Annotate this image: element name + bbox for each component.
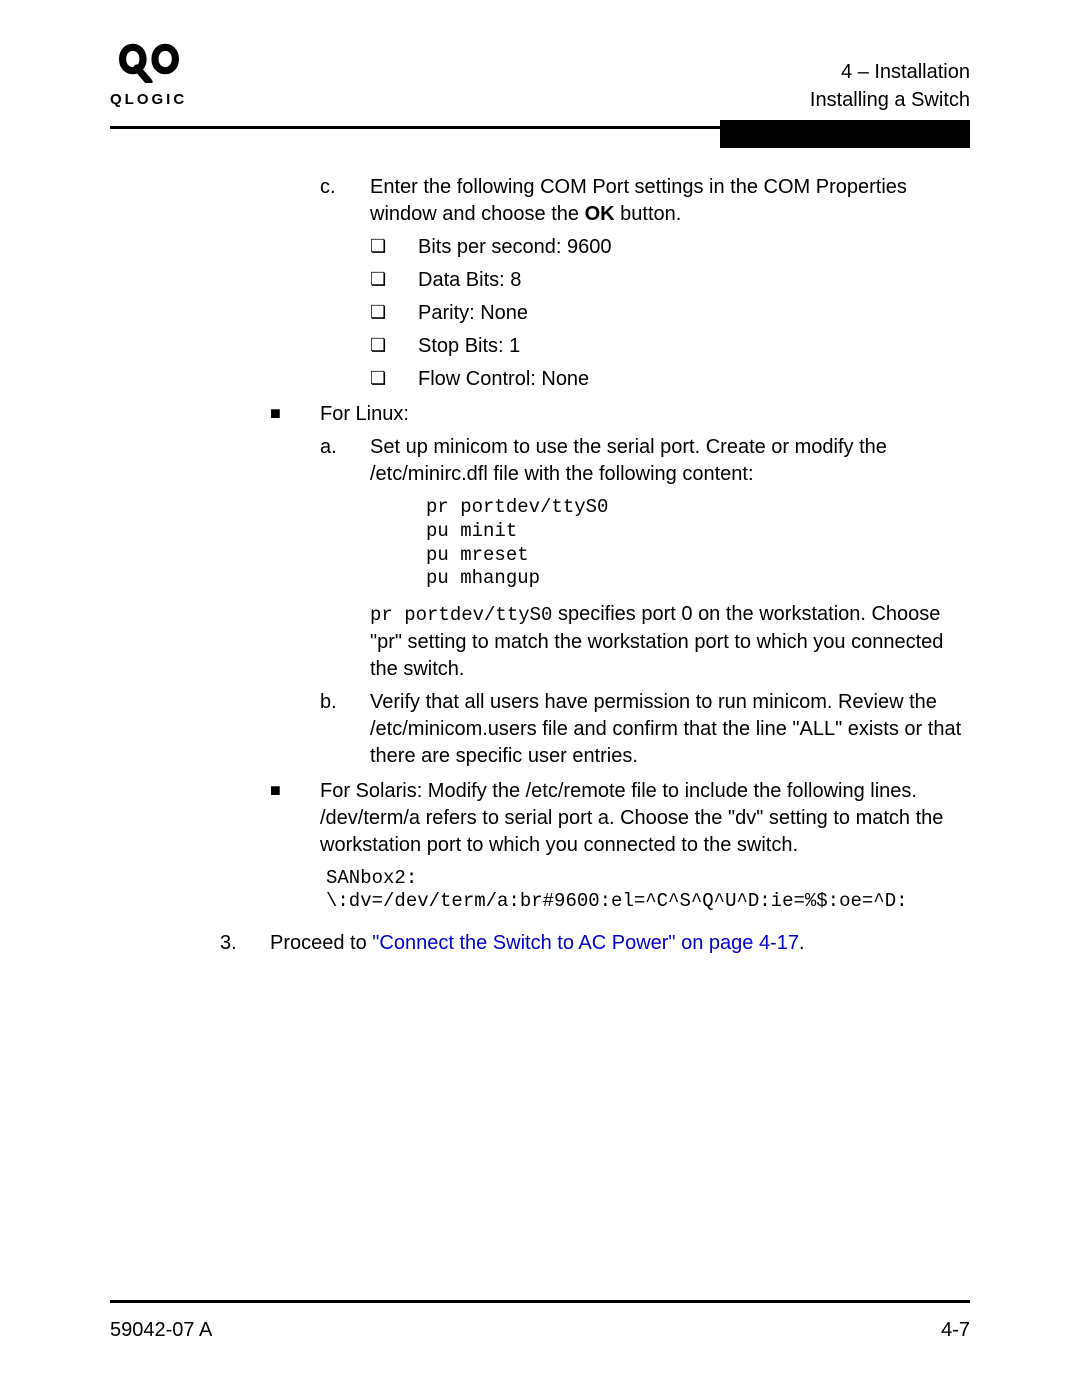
qlogic-logo-mark bbox=[119, 35, 179, 89]
page-number: 4-7 bbox=[941, 1319, 970, 1342]
ok-label: OK bbox=[585, 203, 615, 225]
step-3-lead: Proceed to bbox=[270, 932, 372, 954]
solaris-bullet: ■ For Solaris: Modify the /etc/remote fi… bbox=[270, 778, 970, 925]
checkbox-icon: ❏ bbox=[370, 366, 418, 393]
linux-b-text: Verify that all users have permission to… bbox=[370, 689, 970, 770]
step-c: c. Enter the following COM Port settings… bbox=[320, 174, 970, 228]
checkbox-icon: ❏ bbox=[370, 333, 418, 360]
qlogic-logo-text: QLOGIC bbox=[110, 91, 187, 108]
checkbox-icon: ❏ bbox=[370, 300, 418, 327]
linux-a-note: pr portdev/ttyS0 specifies port 0 on the… bbox=[370, 601, 970, 683]
list-item: ❏Parity: None bbox=[370, 300, 970, 327]
header-black-bar bbox=[720, 120, 970, 148]
page-content: c. Enter the following COM Port settings… bbox=[270, 174, 970, 957]
linux-a-marker: a. bbox=[320, 434, 370, 683]
linux-bullet: ■ For Linux: bbox=[270, 401, 970, 428]
header-text: 4 – Installation Installing a Switch bbox=[810, 58, 970, 114]
checkbox-icon: ❏ bbox=[370, 267, 418, 294]
list-item: ❏Stop Bits: 1 bbox=[370, 333, 970, 360]
square-bullet-icon: ■ bbox=[270, 778, 320, 925]
com-settings-list: ❏Bits per second: 9600 ❏Data Bits: 8 ❏Pa… bbox=[370, 234, 970, 393]
linux-a-text: Set up minicom to use the serial port. C… bbox=[370, 434, 970, 488]
linux-step-b: b. Verify that all users have permission… bbox=[320, 689, 970, 770]
solaris-text: For Solaris: Modify the /etc/remote file… bbox=[320, 778, 970, 859]
header-section: Installing a Switch bbox=[810, 86, 970, 114]
qlogic-logo: QLOGIC bbox=[110, 35, 187, 108]
linux-step-a: a. Set up minicom to use the serial port… bbox=[320, 434, 970, 683]
linux-label: For Linux: bbox=[320, 401, 970, 428]
minirc-code: pr portdev/ttyS0 pu minit pu mreset pu m… bbox=[426, 496, 970, 591]
step-3-tail: . bbox=[799, 932, 805, 954]
cross-reference-link[interactable]: "Connect the Switch to AC Power" on page… bbox=[372, 932, 799, 954]
step-3-marker: 3. bbox=[220, 930, 270, 957]
linux-b-marker: b. bbox=[320, 689, 370, 770]
page-header: QLOGIC 4 – Installation Installing a Swi… bbox=[110, 40, 970, 126]
solaris-code: SANbox2: \:dv=/dev/term/a:br#9600:el=^C^… bbox=[326, 867, 970, 915]
doc-number: 59042-07 A bbox=[110, 1319, 212, 1342]
step-c-marker: c. bbox=[320, 174, 370, 228]
page-footer: 59042-07 A 4-7 bbox=[110, 1300, 970, 1342]
footer-rule bbox=[110, 1300, 970, 1303]
list-item: ❏Flow Control: None bbox=[370, 366, 970, 393]
step-3: 3. Proceed to "Connect the Switch to AC … bbox=[220, 930, 970, 957]
step-c-text: Enter the following COM Port settings in… bbox=[370, 174, 970, 228]
list-item: ❏Bits per second: 9600 bbox=[370, 234, 970, 261]
square-bullet-icon: ■ bbox=[270, 401, 320, 428]
list-item: ❏Data Bits: 8 bbox=[370, 267, 970, 294]
checkbox-icon: ❏ bbox=[370, 234, 418, 261]
header-chapter: 4 – Installation bbox=[810, 58, 970, 86]
